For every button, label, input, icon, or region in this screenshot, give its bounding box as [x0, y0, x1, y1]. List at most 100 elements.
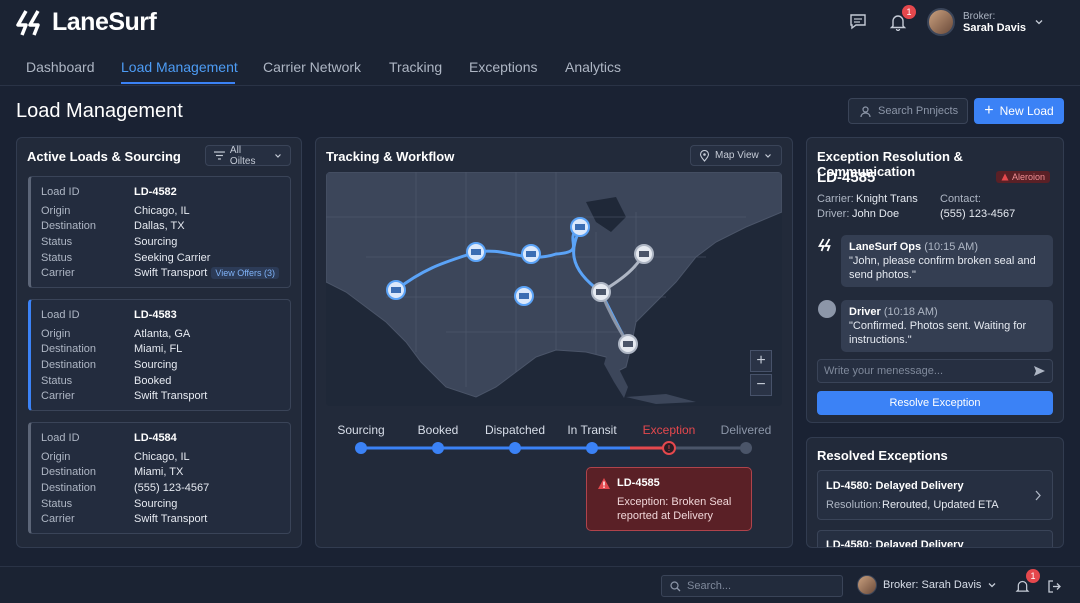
message-placeholder: Write your menessage...	[824, 365, 944, 377]
carrier-value: Knight Trans	[856, 193, 918, 205]
carrier-name: Swift Transport	[134, 267, 208, 279]
status-value: Sourcing	[134, 236, 178, 248]
chat-message-ops: LaneSurf Ops (10:15 AM) "John, please co…	[841, 235, 1053, 287]
resolved-item[interactable]: LD-4580: Delayed Delivery	[817, 530, 1053, 547]
step-exception: Exception	[642, 423, 696, 437]
resolved-item[interactable]: LD-4580: Delayed Delivery Resolution: Re…	[817, 470, 1053, 520]
load-card-ld-4582[interactable]: Load ID LD-4582 Origin Chicago, IL Desti…	[28, 176, 291, 288]
load-card-ld-4584[interactable]: Load ID LD-4584 Origin Chicago, IL Desti…	[28, 422, 291, 534]
active-loads-title: Active Loads & Sourcing	[27, 149, 181, 164]
footer-notifications-button[interactable]: 1	[1011, 569, 1040, 597]
tab-load-management[interactable]: Load Management	[121, 59, 238, 75]
field-label: Origin	[41, 205, 71, 217]
user-search-icon	[860, 105, 871, 117]
message-time: (10:15 AM)	[924, 241, 978, 253]
truck-icon	[514, 286, 534, 306]
map-view-dropdown[interactable]: Map View	[690, 145, 782, 166]
view-offers-link[interactable]: View Offers (3)	[211, 267, 280, 279]
lanesurf-avatar-icon	[818, 238, 831, 252]
resolved-item-title: LD-4580: Delayed Delivery	[826, 539, 964, 547]
message-text: "John, please confirm broken seal and	[849, 255, 1036, 267]
footer-search-placeholder: Search...	[687, 580, 732, 592]
new-load-label: New Load	[999, 104, 1054, 118]
search-projects-placeholder: Search Pnnjects	[878, 105, 959, 117]
tab-tracking[interactable]: Tracking	[389, 59, 442, 75]
truck-icon	[570, 217, 590, 237]
resolve-exception-button[interactable]: Resolve Exception	[817, 391, 1053, 415]
chevron-down-icon	[1035, 20, 1043, 25]
tracking-title: Tracking & Workflow	[326, 149, 455, 164]
status-value: Booked	[134, 375, 172, 387]
field-label: Status	[41, 252, 73, 264]
page-title: Load Management	[16, 100, 183, 122]
alert-badge-label: Aleroion	[1012, 172, 1046, 182]
footer-search-input[interactable]: Search...	[661, 575, 843, 597]
resolution-value: Rerouted, Updated ETA	[882, 499, 999, 511]
field-label: Carrier	[41, 513, 75, 525]
load-id: LD-4584	[134, 432, 177, 444]
step-dot	[509, 442, 521, 454]
tab-carrier-network[interactable]: Carrier Network	[263, 59, 361, 75]
step-in-transit: In Transit	[567, 423, 617, 437]
origin-value: Chicago, IL	[134, 205, 190, 217]
tooltip-line1: Exception: Broken Seal	[617, 496, 732, 508]
step-booked: Booked	[417, 423, 459, 437]
destination-value: Miami, TX	[134, 466, 184, 478]
search-projects-input[interactable]: Search Pnnjects	[848, 98, 968, 124]
new-load-button[interactable]: + New Load	[974, 98, 1064, 124]
carrier-value: Swift Transport	[134, 513, 208, 525]
message-input[interactable]: Write your menessage...	[817, 359, 1053, 383]
message-sender: Driver	[849, 306, 881, 318]
driver-avatar	[818, 300, 836, 318]
carrier-label: Carrier:	[817, 193, 854, 205]
avatar	[927, 8, 956, 36]
load-id: LD-4582	[134, 186, 177, 198]
filter-dropdown[interactable]: All Oiltes	[205, 144, 291, 167]
logo[interactable]: LaneSurf	[16, 8, 157, 37]
truck-icon	[521, 244, 541, 264]
warning-icon	[598, 478, 610, 489]
notifications-button[interactable]: 1	[887, 5, 917, 33]
notification-badge: 1	[1026, 569, 1040, 583]
load-card-ld-4583[interactable]: Load ID LD-4583 Origin Atlanta, GA Desti…	[28, 299, 291, 411]
logout-icon	[1047, 579, 1061, 593]
tab-analytics[interactable]: Analytics	[565, 59, 621, 75]
footer-user-menu[interactable]: Broker: Sarah Davis	[857, 575, 997, 595]
notification-badge: 1	[902, 5, 917, 19]
field-label: Origin	[41, 451, 71, 463]
step-dot	[586, 442, 598, 454]
message-time: (10:18 AM)	[883, 306, 938, 318]
filter-label: All Oiltes	[229, 144, 256, 167]
step-delivered: Delivered	[720, 423, 772, 437]
origin-value: Atlanta, GA	[134, 328, 191, 340]
nav-bar: Dashboard Load Management Carrier Networ…	[0, 50, 1080, 86]
truck-icon	[618, 334, 638, 354]
app-name: LaneSurf	[52, 8, 157, 36]
user-menu[interactable]: Broker: Sarah Davis	[927, 8, 1044, 36]
destination-value: Miami, FL	[134, 343, 183, 355]
field-label: Destination	[41, 220, 97, 232]
tab-dashboard[interactable]: Dashboard	[26, 59, 95, 75]
message-text: "Confirmed. Photos sent. Waiting for	[849, 320, 1027, 332]
messages-button[interactable]	[847, 11, 869, 33]
bottom-bar: Search... Broker: Sarah Davis 1	[0, 566, 1080, 603]
message-sender: LaneSurf Ops	[849, 241, 922, 253]
search-icon	[670, 580, 681, 591]
tab-exceptions[interactable]: Exceptions	[469, 59, 537, 75]
resolution-label: Resolution:	[826, 499, 882, 511]
field-label: Load ID	[41, 432, 80, 444]
message-text: instructions."	[849, 334, 912, 346]
contact-value: (555) 123-4567	[134, 482, 210, 494]
field-label: Carrier	[41, 390, 75, 402]
send-icon[interactable]	[1033, 365, 1046, 377]
origin-value: Chicago, IL	[134, 451, 190, 463]
active-loads-panel: Active Loads & Sourcing All Oiltes Load …	[16, 137, 302, 548]
field-label: Destination	[41, 466, 97, 478]
alert-badge: Aleroion	[996, 171, 1051, 183]
truck-icon	[466, 242, 486, 262]
logout-button[interactable]	[1043, 575, 1065, 597]
chevron-down-icon	[764, 153, 771, 158]
truck-icon	[591, 282, 611, 302]
step-dot	[355, 442, 367, 454]
chevron-down-icon	[275, 153, 281, 158]
